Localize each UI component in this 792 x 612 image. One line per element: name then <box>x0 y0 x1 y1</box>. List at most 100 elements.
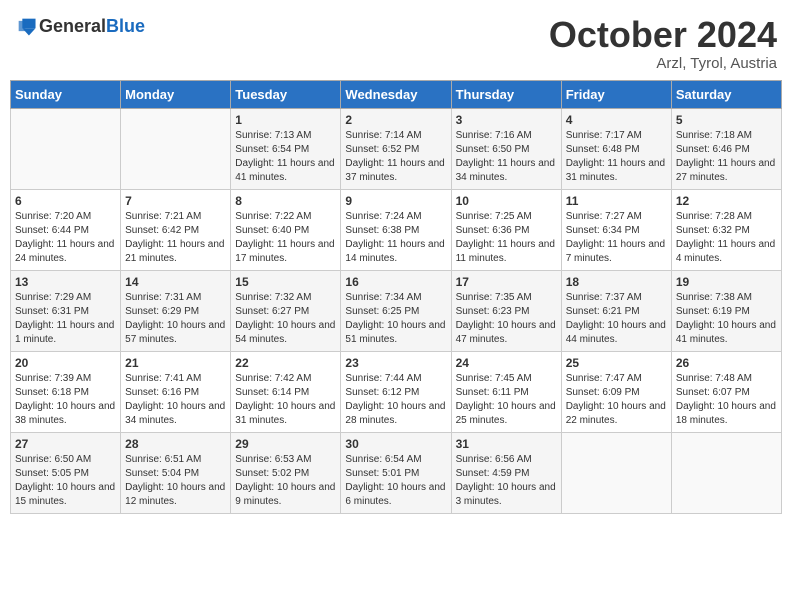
calendar-cell: 27Sunrise: 6:50 AM Sunset: 5:05 PM Dayli… <box>11 432 121 513</box>
day-number: 25 <box>566 356 667 370</box>
cell-content: Sunrise: 7:20 AM Sunset: 6:44 PM Dayligh… <box>15 210 116 266</box>
day-number: 15 <box>235 275 336 289</box>
cell-content: Sunrise: 6:53 AM Sunset: 5:02 PM Dayligh… <box>235 453 336 509</box>
cell-content: Sunrise: 7:31 AM Sunset: 6:29 PM Dayligh… <box>125 291 226 347</box>
logo: GeneralBlue <box>15 15 145 37</box>
calendar-cell: 21 Sunrise: 7:41 AM Sunset: 6:16 PM Dayli… <box>121 351 231 432</box>
day-number: 28 <box>125 437 226 451</box>
day-number: 8 <box>235 194 336 208</box>
day-number: 6 <box>15 194 116 208</box>
day-number: 29 <box>235 437 336 451</box>
calendar-cell: 9Sunrise: 7:24 AM Sunset: 6:38 PM Daylig… <box>341 189 451 270</box>
cell-content: Sunrise: 6:54 AM Sunset: 5:01 PM Dayligh… <box>345 453 446 509</box>
calendar-cell: 24 Sunrise: 7:45 AM Sunset: 6:11 PM Dayli… <box>451 351 561 432</box>
day-number: 11 <box>566 194 667 208</box>
calendar-cell: 15 Sunrise: 7:32 AM Sunset: 6:27 PM Dayli… <box>231 270 341 351</box>
cell-content: Sunrise: 7:47 AM Sunset: 6:09 PM Dayligh… <box>566 372 667 428</box>
column-header-friday: Friday <box>561 80 671 108</box>
calendar-cell: 11 Sunrise: 7:27 AM Sunset: 6:34 PM Dayli… <box>561 189 671 270</box>
day-number: 19 <box>676 275 777 289</box>
calendar-cell: 19 Sunrise: 7:38 AM Sunset: 6:19 PM Dayli… <box>671 270 781 351</box>
day-number: 22 <box>235 356 336 370</box>
calendar-cell: 4 Sunrise: 7:17 AM Sunset: 6:48 PM Daylig… <box>561 108 671 189</box>
calendar-cell: 1 Sunrise: 7:13 AM Sunset: 6:54 PM Daylig… <box>231 108 341 189</box>
calendar-cell: 30Sunrise: 6:54 AM Sunset: 5:01 PM Dayli… <box>341 432 451 513</box>
cell-content: Sunrise: 7:35 AM Sunset: 6:23 PM Dayligh… <box>456 291 557 347</box>
column-header-saturday: Saturday <box>671 80 781 108</box>
logo-blue: Blue <box>106 16 145 36</box>
cell-content: Sunrise: 7:18 AM Sunset: 6:46 PM Dayligh… <box>676 129 777 185</box>
day-number: 5 <box>676 113 777 127</box>
calendar-cell: 12Sunrise: 7:28 AM Sunset: 6:32 PM Dayli… <box>671 189 781 270</box>
cell-content: Sunrise: 7:42 AM Sunset: 6:14 PM Dayligh… <box>235 372 336 428</box>
day-number: 4 <box>566 113 667 127</box>
day-number: 27 <box>15 437 116 451</box>
calendar-cell: 7 Sunrise: 7:21 AM Sunset: 6:42 PM Daylig… <box>121 189 231 270</box>
calendar-cell: 26 Sunrise: 7:48 AM Sunset: 6:07 PM Dayli… <box>671 351 781 432</box>
day-number: 13 <box>15 275 116 289</box>
cell-content: Sunrise: 7:34 AM Sunset: 6:25 PM Dayligh… <box>345 291 446 347</box>
month-title: October 2024 <box>549 15 777 55</box>
calendar-cell: 16 Sunrise: 7:34 AM Sunset: 6:25 PM Dayli… <box>341 270 451 351</box>
day-number: 1 <box>235 113 336 127</box>
column-header-wednesday: Wednesday <box>341 80 451 108</box>
day-number: 10 <box>456 194 557 208</box>
calendar-cell <box>671 432 781 513</box>
cell-content: Sunrise: 7:39 AM Sunset: 6:18 PM Dayligh… <box>15 372 116 428</box>
day-number: 16 <box>345 275 446 289</box>
day-number: 26 <box>676 356 777 370</box>
day-number: 7 <box>125 194 226 208</box>
calendar-cell: 5 Sunrise: 7:18 AM Sunset: 6:46 PM Daylig… <box>671 108 781 189</box>
cell-content: Sunrise: 7:32 AM Sunset: 6:27 PM Dayligh… <box>235 291 336 347</box>
day-number: 21 <box>125 356 226 370</box>
calendar-cell: 17 Sunrise: 7:35 AM Sunset: 6:23 PM Dayli… <box>451 270 561 351</box>
calendar-cell: 10 Sunrise: 7:25 AM Sunset: 6:36 PM Dayli… <box>451 189 561 270</box>
calendar-cell: 8Sunrise: 7:22 AM Sunset: 6:40 PM Daylig… <box>231 189 341 270</box>
day-number: 3 <box>456 113 557 127</box>
day-number: 17 <box>456 275 557 289</box>
day-number: 18 <box>566 275 667 289</box>
cell-content: Sunrise: 7:44 AM Sunset: 6:12 PM Dayligh… <box>345 372 446 428</box>
calendar-cell: 18 Sunrise: 7:37 AM Sunset: 6:21 PM Dayli… <box>561 270 671 351</box>
cell-content: Sunrise: 7:28 AM Sunset: 6:32 PM Dayligh… <box>676 210 777 266</box>
day-number: 23 <box>345 356 446 370</box>
calendar-week-row: 6 Sunrise: 7:20 AM Sunset: 6:44 PM Daylig… <box>11 189 782 270</box>
cell-content: Sunrise: 7:21 AM Sunset: 6:42 PM Dayligh… <box>125 210 226 266</box>
logo-general: General <box>39 16 106 36</box>
cell-content: Sunrise: 7:27 AM Sunset: 6:34 PM Dayligh… <box>566 210 667 266</box>
cell-content: Sunrise: 7:45 AM Sunset: 6:11 PM Dayligh… <box>456 372 557 428</box>
cell-content: Sunrise: 7:48 AM Sunset: 6:07 PM Dayligh… <box>676 372 777 428</box>
cell-content: Sunrise: 7:37 AM Sunset: 6:21 PM Dayligh… <box>566 291 667 347</box>
calendar-cell: 22 Sunrise: 7:42 AM Sunset: 6:14 PM Dayli… <box>231 351 341 432</box>
calendar-table: SundayMondayTuesdayWednesdayThursdayFrid… <box>10 80 782 514</box>
cell-content: Sunrise: 7:13 AM Sunset: 6:54 PM Dayligh… <box>235 129 336 185</box>
location-subtitle: Arzl, Tyrol, Austria <box>549 55 777 72</box>
calendar-cell: 20 Sunrise: 7:39 AM Sunset: 6:18 PM Dayli… <box>11 351 121 432</box>
column-header-monday: Monday <box>121 80 231 108</box>
calendar-cell <box>121 108 231 189</box>
calendar-cell <box>561 432 671 513</box>
cell-content: Sunrise: 7:25 AM Sunset: 6:36 PM Dayligh… <box>456 210 557 266</box>
calendar-cell <box>11 108 121 189</box>
cell-content: Sunrise: 7:38 AM Sunset: 6:19 PM Dayligh… <box>676 291 777 347</box>
calendar-cell: 13 Sunrise: 7:29 AM Sunset: 6:31 PM Dayli… <box>11 270 121 351</box>
calendar-cell: 14 Sunrise: 7:31 AM Sunset: 6:29 PM Dayli… <box>121 270 231 351</box>
day-number: 24 <box>456 356 557 370</box>
title-area: October 2024 Arzl, Tyrol, Austria <box>549 15 777 72</box>
cell-content: Sunrise: 7:17 AM Sunset: 6:48 PM Dayligh… <box>566 129 667 185</box>
page-header: GeneralBlue October 2024 Arzl, Tyrol, Au… <box>10 10 782 72</box>
cell-content: Sunrise: 7:16 AM Sunset: 6:50 PM Dayligh… <box>456 129 557 185</box>
cell-content: Sunrise: 7:41 AM Sunset: 6:16 PM Dayligh… <box>125 372 226 428</box>
day-number: 14 <box>125 275 226 289</box>
calendar-cell: 29 Sunrise: 6:53 AM Sunset: 5:02 PM Dayli… <box>231 432 341 513</box>
day-number: 20 <box>15 356 116 370</box>
calendar-cell: 28 Sunrise: 6:51 AM Sunset: 5:04 PM Dayli… <box>121 432 231 513</box>
calendar-cell: 25 Sunrise: 7:47 AM Sunset: 6:09 PM Dayli… <box>561 351 671 432</box>
calendar-header-row: SundayMondayTuesdayWednesdayThursdayFrid… <box>11 80 782 108</box>
cell-content: Sunrise: 6:56 AM Sunset: 4:59 PM Dayligh… <box>456 453 557 509</box>
cell-content: Sunrise: 7:29 AM Sunset: 6:31 PM Dayligh… <box>15 291 116 347</box>
day-number: 31 <box>456 437 557 451</box>
cell-content: Sunrise: 6:51 AM Sunset: 5:04 PM Dayligh… <box>125 453 226 509</box>
calendar-week-row: 13 Sunrise: 7:29 AM Sunset: 6:31 PM Dayli… <box>11 270 782 351</box>
calendar-cell: 3 Sunrise: 7:16 AM Sunset: 6:50 PM Daylig… <box>451 108 561 189</box>
